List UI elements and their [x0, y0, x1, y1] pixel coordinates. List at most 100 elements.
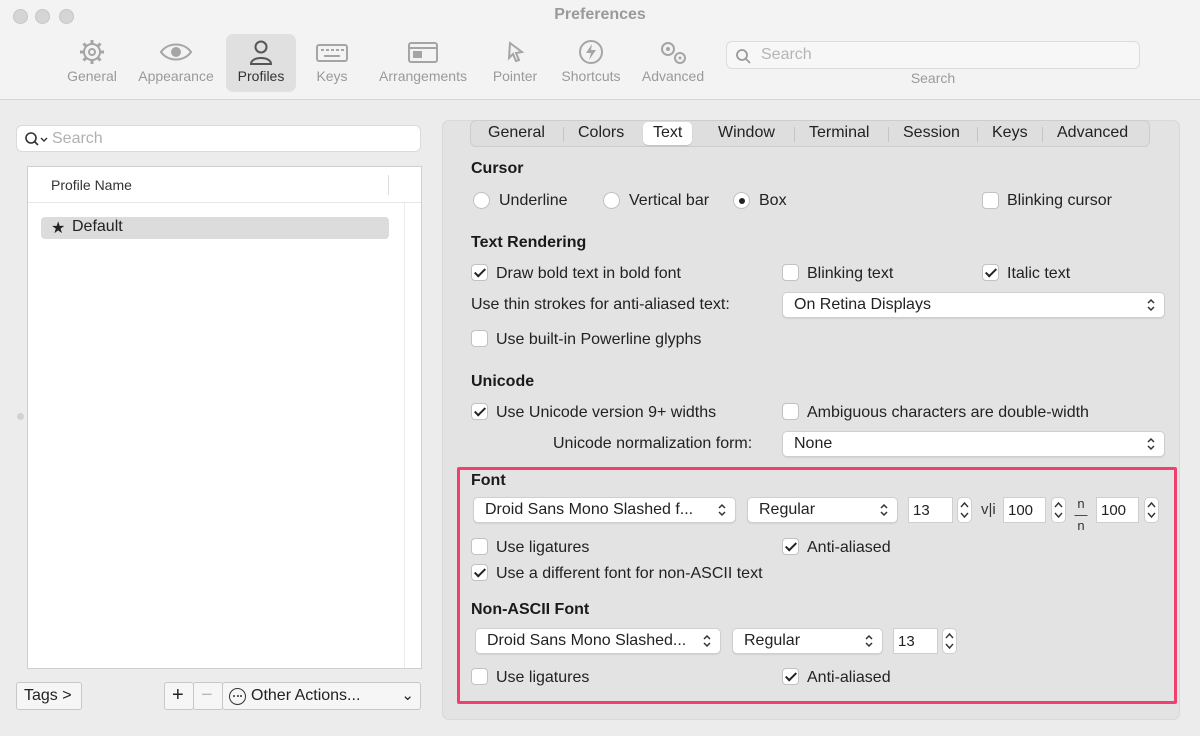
non-ascii-antialiased-label[interactable]: Anti-aliased [807, 669, 891, 687]
star-icon: ★ [51, 220, 66, 237]
stepper-icon [1147, 501, 1156, 519]
horizontal-spacing-icon: v|i [981, 501, 996, 518]
toolbar-keys[interactable]: Keys [310, 34, 354, 92]
search-placeholder: Search [761, 46, 812, 63]
column-divider-line [404, 203, 405, 668]
profile-row-default[interactable]: ★ Default [41, 217, 389, 239]
horizontal-spacing-value: 100 [1008, 502, 1034, 519]
profile-list-header[interactable]: Profile Name [28, 167, 421, 203]
updown-chevron-icon [865, 634, 873, 648]
tab-terminal[interactable]: Terminal [809, 124, 869, 142]
toolbar-shortcuts[interactable]: Shortcuts [555, 34, 627, 92]
font-style-select[interactable]: Regular [747, 497, 898, 523]
font-family-select[interactable]: Droid Sans Mono Slashed f... [473, 497, 736, 523]
tab-session[interactable]: Session [903, 124, 960, 142]
pointer-icon [507, 41, 525, 63]
toolbar-label: Shortcuts [561, 68, 621, 84]
windows-icon [408, 42, 438, 63]
gears-icon [661, 42, 686, 64]
tab-keys[interactable]: Keys [992, 124, 1028, 142]
blinking-text-label[interactable]: Blinking text [807, 265, 893, 283]
toolbar-advanced[interactable]: Advanced [637, 34, 709, 92]
cursor-vertical-bar-label[interactable]: Vertical bar [629, 192, 709, 210]
ambiguous-width-label[interactable]: Ambiguous characters are double-width [807, 404, 1089, 422]
cursor-box-label[interactable]: Box [759, 192, 787, 210]
blinking-cursor-label[interactable]: Blinking cursor [1007, 192, 1112, 210]
non-ascii-ligatures-checkbox[interactable] [471, 668, 488, 685]
font-family-value: Droid Sans Mono Slashed f... [485, 501, 694, 518]
toolbar-search-field[interactable]: Search [726, 41, 1140, 69]
font-size-field[interactable]: 13 [908, 497, 953, 523]
other-actions-label: Other Actions... [251, 687, 361, 704]
non-ascii-ligatures-label[interactable]: Use ligatures [496, 669, 589, 687]
search-icon [25, 132, 48, 146]
column-header-profile-name[interactable]: Profile Name [51, 177, 132, 193]
horizontal-spacing-field[interactable]: 100 [1003, 497, 1046, 523]
tab-general[interactable]: General [488, 124, 545, 142]
remove-profile-button[interactable]: − [193, 682, 223, 710]
non-ascii-antialiased-checkbox[interactable] [782, 668, 799, 685]
unicode-v9-label[interactable]: Use Unicode version 9+ widths [496, 404, 716, 422]
cursor-vertical-bar-radio[interactable] [603, 192, 620, 209]
non-ascii-font-checkbox[interactable] [471, 564, 488, 581]
font-section-title: Font [471, 472, 506, 489]
thin-strokes-select[interactable]: On Retina Displays [782, 292, 1165, 318]
non-ascii-font-label[interactable]: Use a different font for non-ASCII text [496, 565, 763, 583]
unicode-section-title: Unicode [471, 373, 535, 390]
cursor-box-radio[interactable] [733, 192, 750, 209]
toolbar-label: Advanced [641, 68, 705, 84]
eye-icon [159, 43, 193, 61]
keyboard-icon [316, 44, 348, 62]
normalization-value: None [794, 435, 833, 452]
non-ascii-font-style-select[interactable]: Regular [732, 628, 883, 654]
toolbar-pointer[interactable]: Pointer [486, 34, 544, 92]
updown-chevron-icon [880, 503, 888, 517]
updown-chevron-icon [703, 634, 711, 648]
tab-advanced[interactable]: Advanced [1057, 124, 1128, 142]
bold-font-label[interactable]: Draw bold text in bold font [496, 265, 681, 283]
blinking-text-checkbox[interactable] [782, 264, 799, 281]
vertical-spacing-field[interactable]: 100 [1096, 497, 1139, 523]
tab-window[interactable]: Window [718, 124, 775, 142]
italic-text-label[interactable]: Italic text [1007, 265, 1070, 283]
toolbar-arrangements[interactable]: Arrangements [372, 34, 474, 92]
toolbar-profiles[interactable]: Profiles [226, 34, 296, 92]
font-ligatures-label[interactable]: Use ligatures [496, 539, 589, 557]
splitter-handle[interactable] [17, 413, 24, 420]
bolt-icon [579, 40, 603, 64]
minus-icon: − [201, 684, 213, 706]
profile-name: Default [72, 218, 123, 235]
font-size-stepper[interactable] [957, 497, 972, 523]
cursor-underline-label[interactable]: Underline [499, 192, 567, 210]
non-ascii-font-size-stepper[interactable] [942, 628, 957, 654]
tags-button-label: Tags > [24, 687, 72, 704]
italic-text-checkbox[interactable] [982, 264, 999, 281]
toolbar-label: Appearance [138, 68, 214, 84]
font-antialiased-checkbox[interactable] [782, 538, 799, 555]
profile-search-input[interactable]: Search [16, 125, 421, 152]
vertical-spacing-stepper[interactable] [1144, 497, 1159, 523]
font-antialiased-label[interactable]: Anti-aliased [807, 539, 891, 557]
toolbar-general[interactable]: General [62, 34, 122, 92]
window-title: Preferences [554, 6, 646, 23]
powerline-glyphs-checkbox[interactable] [471, 330, 488, 347]
unicode-v9-checkbox[interactable] [471, 403, 488, 420]
non-ascii-font-family-select[interactable]: Droid Sans Mono Slashed... [475, 628, 721, 654]
tab-text[interactable]: Text [643, 122, 693, 145]
normalization-select[interactable]: None [782, 431, 1165, 457]
font-size-value: 13 [913, 502, 930, 519]
horizontal-spacing-stepper[interactable] [1051, 497, 1066, 523]
ambiguous-width-checkbox[interactable] [782, 403, 799, 420]
bold-font-checkbox[interactable] [471, 264, 488, 281]
tab-colors[interactable]: Colors [578, 124, 624, 142]
non-ascii-font-size-field[interactable]: 13 [893, 628, 938, 654]
toolbar-appearance[interactable]: Appearance [132, 34, 220, 92]
font-ligatures-checkbox[interactable] [471, 538, 488, 555]
cursor-underline-radio[interactable] [473, 192, 490, 209]
tags-button[interactable]: Tags > [16, 682, 82, 710]
add-profile-button[interactable]: + [164, 682, 194, 710]
other-actions-button[interactable]: Other Actions... ⌄ [222, 682, 421, 710]
toolbar-label: Arrangements [379, 68, 467, 84]
blinking-cursor-checkbox[interactable] [982, 192, 999, 209]
powerline-glyphs-label[interactable]: Use built-in Powerline glyphs [496, 331, 701, 349]
